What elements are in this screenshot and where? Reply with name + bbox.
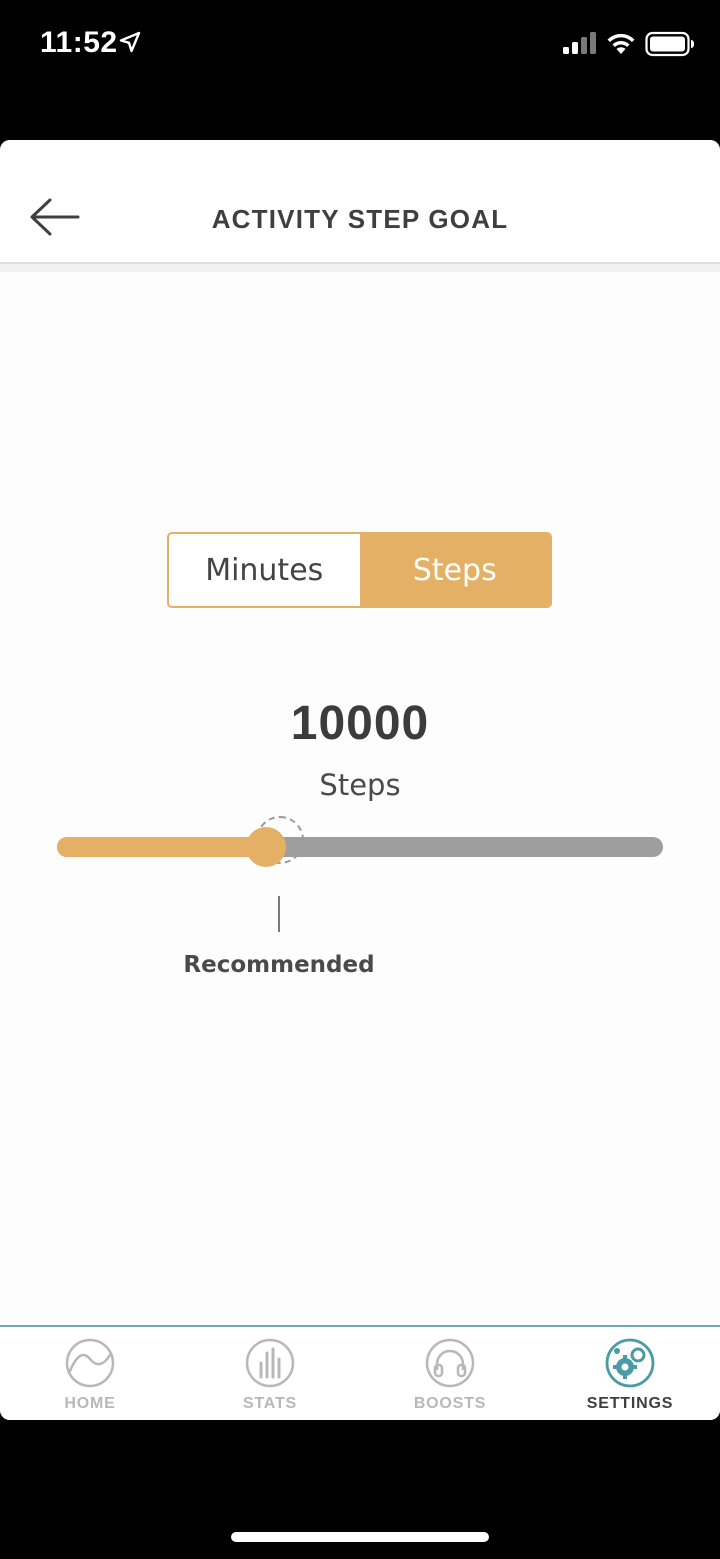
tab-settings[interactable]: SETTINGS bbox=[540, 1327, 720, 1420]
minutes-segment-button[interactable]: Minutes bbox=[169, 534, 360, 606]
wifi-icon bbox=[607, 33, 635, 54]
unit-segmented-control: Minutes Steps bbox=[167, 532, 552, 608]
app-panel: ACTIVITY STEP GOAL Minutes Steps 10000 S… bbox=[0, 140, 720, 1420]
step-goal-slider[interactable] bbox=[57, 816, 663, 890]
tab-boosts[interactable]: BOOSTS bbox=[360, 1327, 540, 1420]
tab-home-label: HOME bbox=[64, 1395, 116, 1412]
headphones-icon bbox=[425, 1338, 475, 1388]
slider-thumb[interactable] bbox=[246, 827, 286, 867]
tab-home[interactable]: HOME bbox=[0, 1327, 180, 1420]
goal-unit-label: Steps bbox=[319, 768, 401, 802]
settings-gears-icon bbox=[605, 1338, 655, 1388]
tab-stats[interactable]: STATS bbox=[180, 1327, 360, 1420]
tab-stats-label: STATS bbox=[242, 1395, 298, 1412]
steps-segment-button[interactable]: Steps bbox=[359, 534, 550, 606]
home-wave-icon bbox=[65, 1338, 115, 1388]
status-time: 11:52 bbox=[40, 26, 118, 59]
tab-boosts-label: BOOSTS bbox=[413, 1395, 487, 1412]
header-bar: ACTIVITY STEP GOAL bbox=[0, 140, 720, 264]
recommended-tick bbox=[278, 896, 280, 932]
home-indicator[interactable] bbox=[231, 1532, 489, 1542]
slider-fill bbox=[57, 837, 266, 857]
bottom-tab-bar: HOME STATS BOOSTS SETTINGS bbox=[0, 1325, 720, 1420]
recommended-label: Recommended bbox=[183, 952, 375, 978]
signal-icon bbox=[563, 32, 596, 54]
location-arrow-icon bbox=[119, 31, 141, 53]
goal-value: 10000 bbox=[290, 697, 430, 750]
stats-bars-icon bbox=[245, 1338, 295, 1388]
page-title: ACTIVITY STEP GOAL bbox=[211, 204, 509, 234]
tab-settings-label: SETTINGS bbox=[586, 1395, 674, 1412]
battery-icon bbox=[645, 31, 694, 57]
phone-screen: 11:52 ACTIVITY STEP GOAL Minutes Steps 1… bbox=[0, 0, 720, 1559]
header-divider bbox=[0, 264, 720, 272]
